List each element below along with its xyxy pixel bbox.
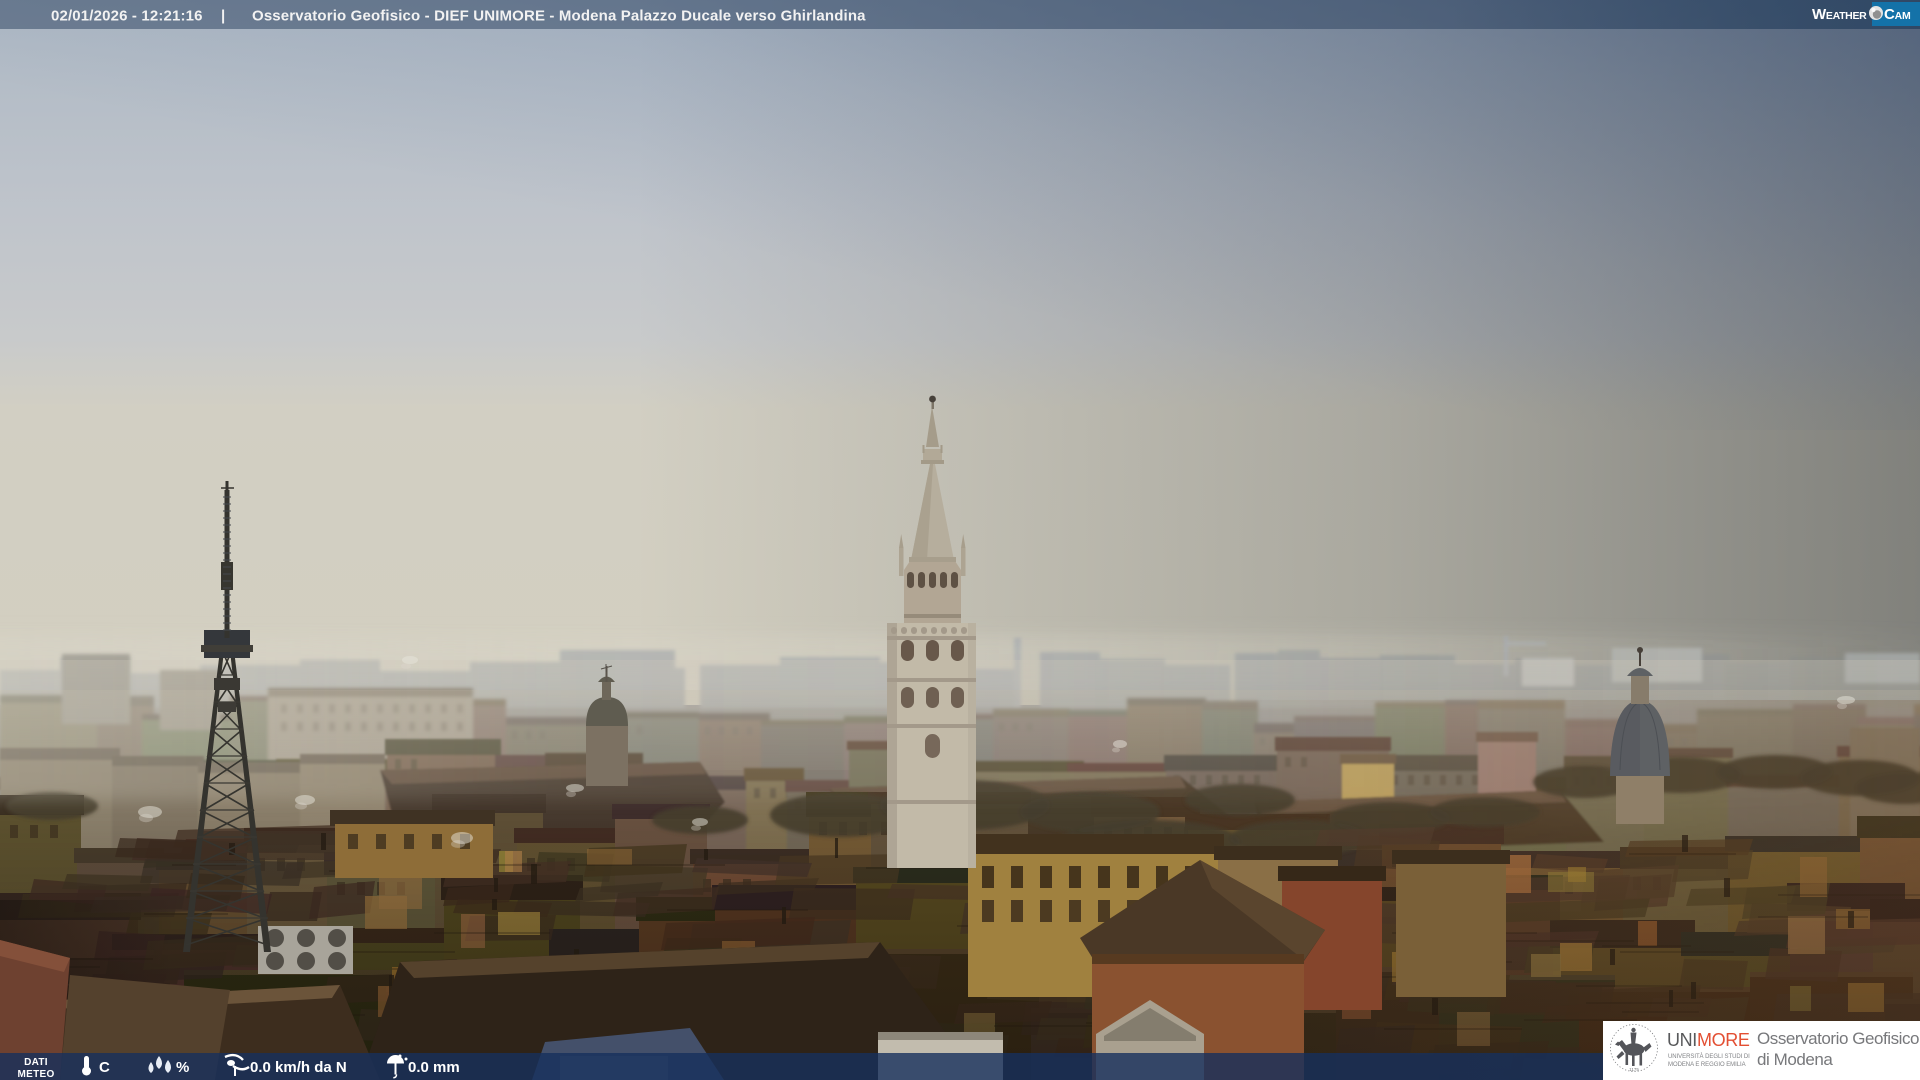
svg-text:0.0 mm: 0.0 mm — [408, 1059, 460, 1076]
svg-text:Osservatorio Geofisico: Osservatorio Geofisico — [1757, 1029, 1919, 1048]
svg-text:02/01/2026 - 12:21:16: 02/01/2026 - 12:21:16 — [51, 8, 203, 25]
svg-text:0.0 km/h da N: 0.0 km/h da N — [250, 1059, 347, 1076]
svg-text:di Modena: di Modena — [1757, 1050, 1833, 1069]
svg-text:METEO: METEO — [17, 1069, 54, 1080]
svg-text:MODENA E REGGIO EMILIA: MODENA E REGGIO EMILIA — [1668, 1062, 1746, 1068]
svg-text:|: | — [221, 8, 225, 25]
svg-text:C: C — [99, 1059, 110, 1076]
svg-text:UNIVERSITÀ DEGLI STUDI DI: UNIVERSITÀ DEGLI STUDI DI — [1668, 1053, 1750, 1060]
svg-text:%: % — [176, 1059, 189, 1076]
svg-text:1175: 1175 — [1629, 1067, 1639, 1072]
svg-text:DATI: DATI — [24, 1057, 48, 1068]
svg-text:Osservatorio Geofisico - DIEF: Osservatorio Geofisico - DIEF UNIMORE - … — [252, 8, 866, 25]
svg-text:UNIMORE: UNIMORE — [1667, 1030, 1750, 1050]
